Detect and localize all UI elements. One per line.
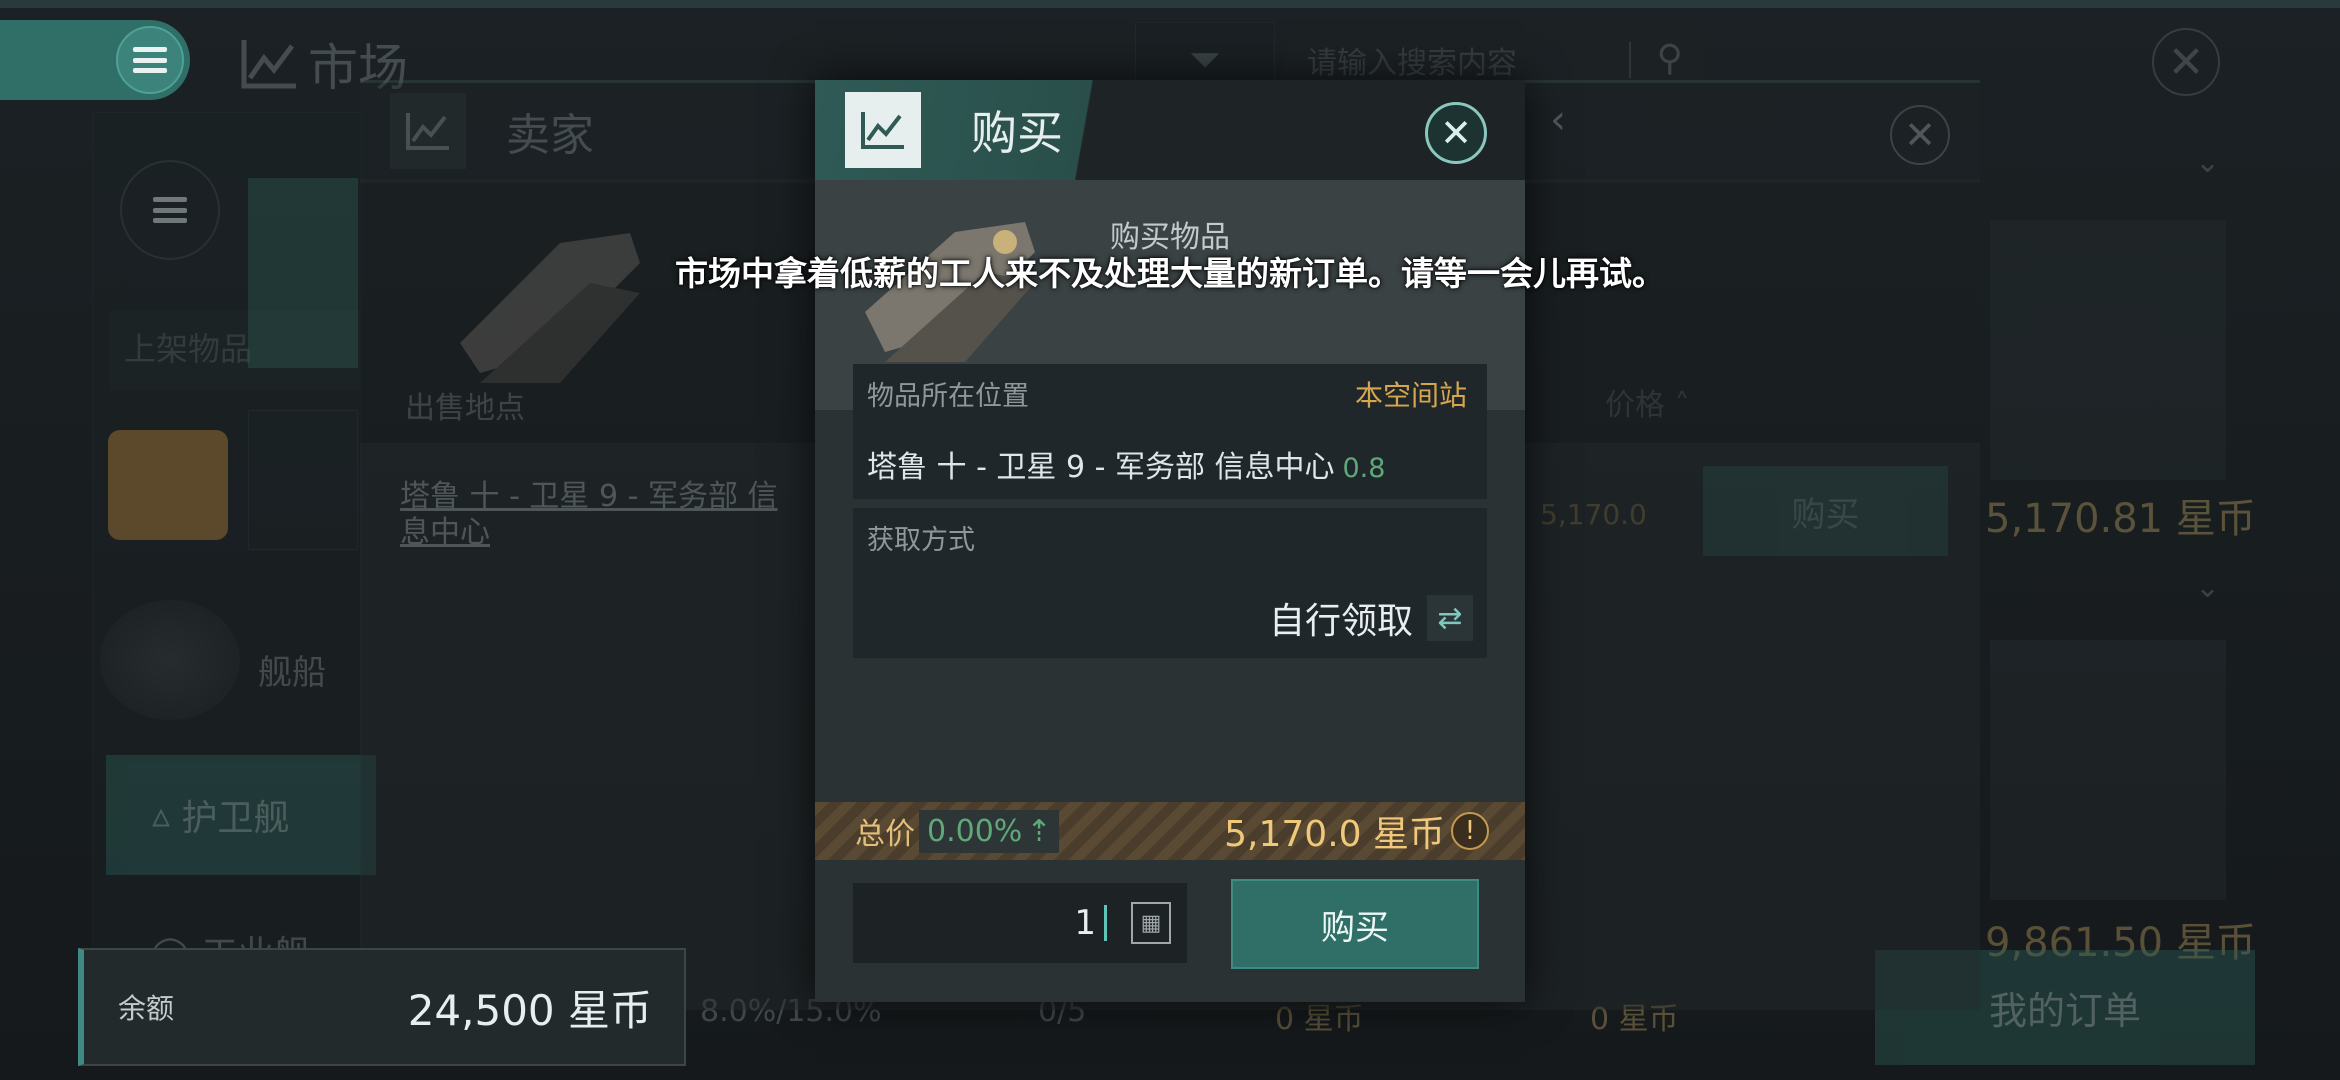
category-menu-button[interactable]: [120, 160, 220, 260]
search-separator: [1629, 42, 1631, 78]
location-value-text: 塔鲁 十 - 卫星 9 - 军务部 信息中心: [867, 450, 1335, 485]
warning-icon[interactable]: !: [1451, 812, 1489, 850]
ship-image: [460, 233, 640, 383]
buy-button[interactable]: 购买: [1231, 879, 1479, 969]
menu-icon: [133, 47, 167, 73]
listing-tab-label: 上架物品: [124, 330, 253, 368]
seller-title: 卖家: [506, 110, 594, 161]
calculator-icon[interactable]: ▦: [1131, 902, 1171, 944]
quantity-value: 1: [1074, 903, 1096, 943]
buy-dialog-title: 购买: [971, 106, 1063, 160]
section-title: 购买物品: [1110, 220, 1230, 255]
item-card-2[interactable]: [1990, 640, 2226, 900]
category-frigate-label: 护卫舰: [181, 798, 290, 839]
acquire-label: 获取方式: [867, 525, 975, 556]
location-value: 塔鲁 十 - 卫星 9 - 军务部 信息中心 0.8: [867, 442, 1385, 486]
price-change-value: 0.00%: [927, 813, 1023, 849]
seller-tab[interactable]: 卖家: [360, 83, 620, 179]
sell-location-header: 出售地点: [405, 391, 525, 426]
my-orders-label: 我的订单: [1988, 989, 2141, 1033]
total-bar: 总价 0.00% ⇡ 5,170.0 星币 !: [815, 802, 1525, 860]
quantity-input[interactable]: 1 ▦: [853, 883, 1187, 963]
main-menu-button[interactable]: [0, 20, 190, 100]
buy-dialog-close-button[interactable]: ✕: [1425, 102, 1487, 164]
item-category-icon[interactable]: [108, 430, 228, 540]
balance-label: 余额: [118, 992, 175, 1025]
search-placeholder: 请输入搜索内容: [1307, 46, 1517, 81]
arrow-up-icon: ⇡: [1026, 813, 1052, 849]
location-tag: 本空间站: [1354, 379, 1467, 412]
acquire-method[interactable]: 自行领取 ⇄: [1269, 592, 1473, 644]
ship-category-image: [100, 600, 240, 720]
back-arrow-icon[interactable]: ‹: [1550, 97, 1566, 143]
search-icon[interactable]: ⚲: [1657, 38, 1683, 79]
list-icon: [153, 197, 187, 223]
security-status: 0.8: [1342, 453, 1386, 484]
total-amount: 5,170.0 星币: [1224, 814, 1445, 855]
market-close-button[interactable]: ✕: [2152, 28, 2220, 96]
buy-dialog: 购买 ✕ 购买物品 物品所在位置 本空间站 塔鲁 十 - 卫星 9 - 军务部 …: [815, 80, 1525, 1002]
buy-button-label: 购买: [1321, 907, 1389, 948]
buy-tab: 购买: [815, 80, 1135, 180]
category-frigate[interactable]: ▵ 护卫舰: [106, 755, 376, 875]
acquire-box: 获取方式 自行领取 ⇄: [853, 508, 1487, 658]
location-box: 物品所在位置 本空间站 塔鲁 十 - 卫星 9 - 军务部 信息中心 0.8: [853, 364, 1487, 499]
chevron-down-icon[interactable]: ⌄: [2195, 570, 2220, 605]
sell-location-link[interactable]: 塔鲁 十 - 卫星 9 - 军务部 信息中心: [400, 479, 780, 551]
chevron-down-icon[interactable]: ⌄: [2195, 145, 2220, 180]
balance-panel: 余额 24,500 星币: [78, 948, 686, 1066]
price-change-badge: 0.00% ⇡: [919, 809, 1060, 853]
balance-value: 24,500 星币: [407, 985, 652, 1035]
close-icon: ✕: [2167, 36, 2205, 88]
close-icon: ✕: [1440, 111, 1472, 155]
top-border: [0, 0, 2340, 8]
card-price-1: 5,170.81 星币: [1985, 496, 2256, 542]
category-ship-label[interactable]: 舰船: [258, 645, 326, 694]
text-cursor: [1104, 905, 1107, 941]
clipboard-side-button[interactable]: [248, 410, 358, 550]
location-label: 物品所在位置: [867, 381, 1029, 412]
chart-icon: [845, 92, 921, 168]
filter-icon: ⏷: [1189, 37, 1221, 83]
total-label: 总价: [855, 817, 915, 852]
close-icon: ✕: [1904, 113, 1936, 157]
seller-close-button[interactable]: ✕: [1890, 105, 1950, 165]
chart-icon: [390, 93, 466, 169]
toast-message: 市场中拿着低薪的工人来不及处理大量的新订单。请等一会儿再试。: [675, 254, 1665, 293]
error-toast: 市场中拿着低薪的工人来不及处理大量的新订单。请等一会儿再试。: [300, 252, 2040, 296]
chart-icon: [241, 40, 296, 89]
acquire-value: 自行领取: [1268, 601, 1413, 642]
swap-icon[interactable]: ⇄: [1427, 595, 1473, 641]
